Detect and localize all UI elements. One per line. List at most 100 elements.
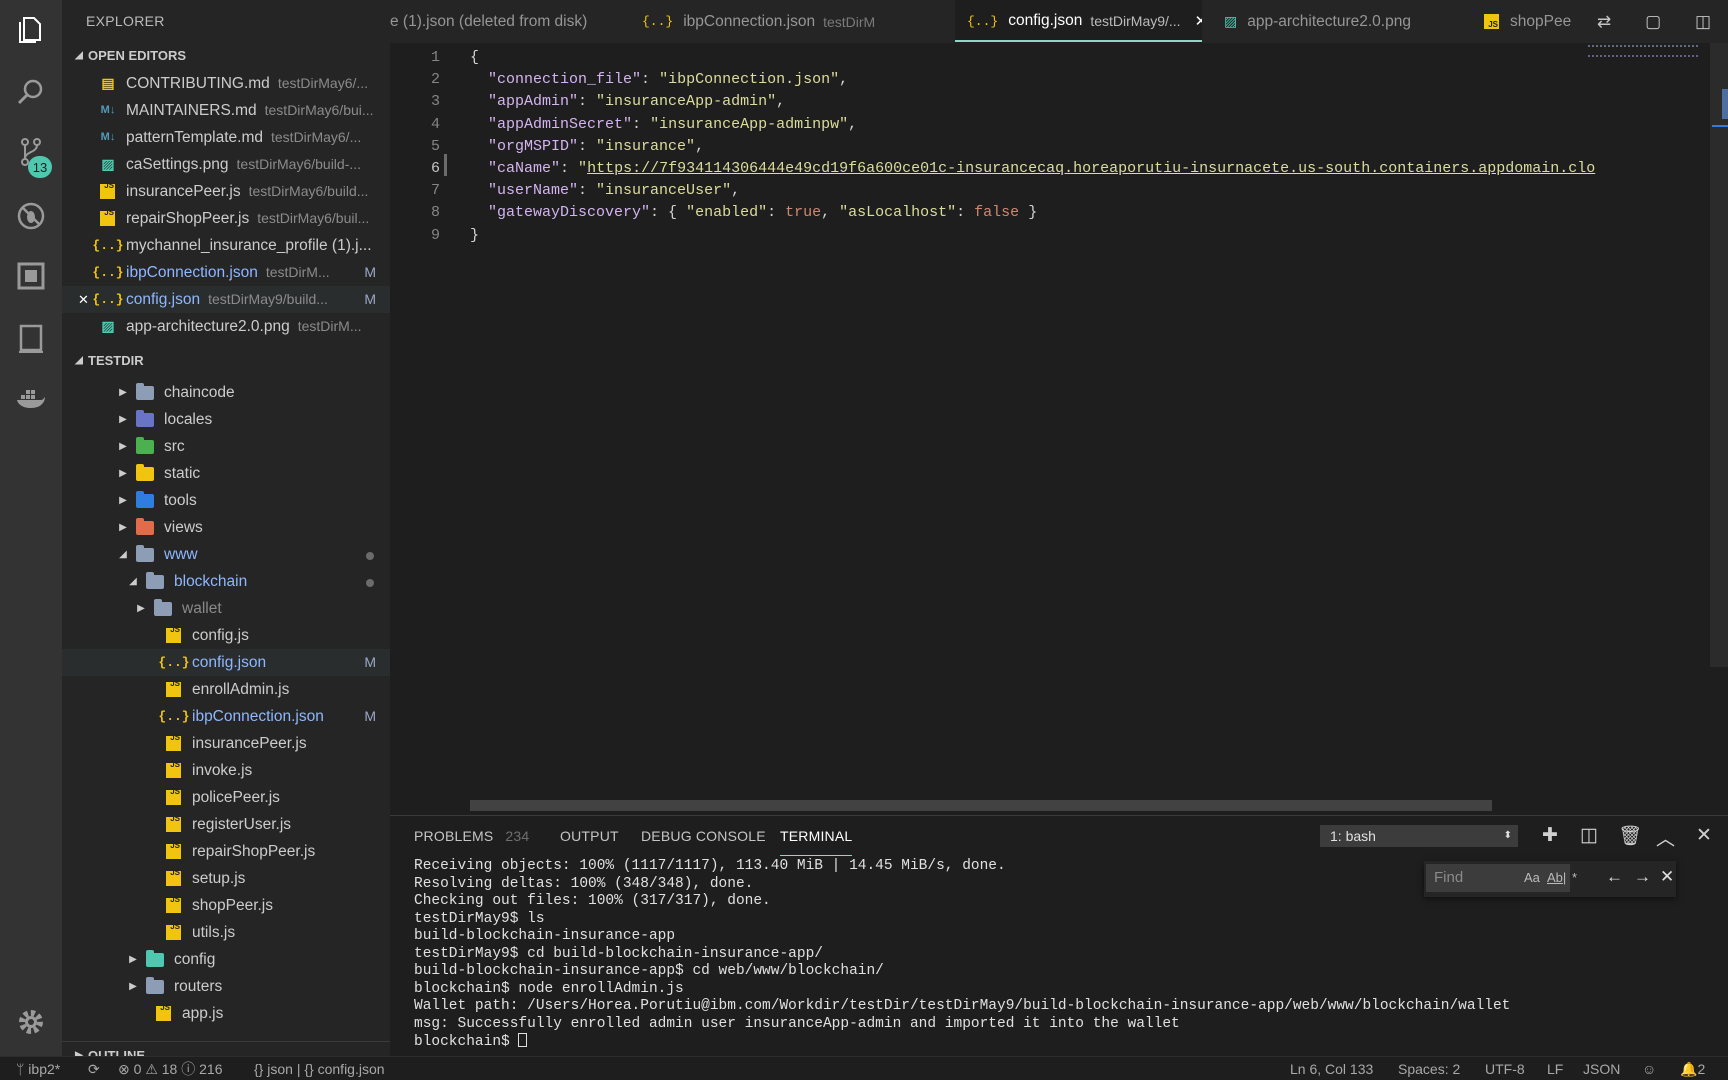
- match-case-toggle[interactable]: Aa: [1524, 870, 1540, 885]
- language-mode[interactable]: JSON: [1583, 1057, 1620, 1080]
- next-match-icon[interactable]: →: [1634, 867, 1651, 887]
- open-editor-item[interactable]: {..} ibpConnection.json testDirM... M: [62, 259, 390, 286]
- tab-output[interactable]: OUTPUT: [560, 816, 619, 856]
- tree-item-www[interactable]: ◢ www: [62, 541, 390, 568]
- tree-item-chaincode[interactable]: ▶ chaincode: [62, 379, 390, 406]
- tree-item-shoppeer-js[interactable]: JS shopPeer.js: [62, 892, 390, 919]
- feedback-icon[interactable]: ☺: [1642, 1057, 1656, 1080]
- tab-shoppeer[interactable]: JS shopPee: [1470, 0, 1580, 43]
- split-editor-icon[interactable]: ◫: [1695, 12, 1711, 32]
- file-name: registerUser.js: [192, 816, 292, 833]
- close-icon[interactable]: ✕: [78, 286, 89, 313]
- tree-item-src[interactable]: ▶ src: [62, 433, 390, 460]
- code-editor[interactable]: 1{2 "connection_file": "ibpConnection.js…: [390, 43, 1728, 815]
- js-file-icon: JS: [166, 814, 181, 832]
- modified-dot: [366, 552, 374, 560]
- workspace-header[interactable]: ◢ TESTDIR: [62, 347, 390, 375]
- files-icon[interactable]: [0, 4, 62, 56]
- open-editor-item[interactable]: ▤ CONTRIBUTING.md testDirMay6/...: [62, 70, 390, 97]
- horizontal-scrollbar[interactable]: [470, 800, 1492, 811]
- notifications[interactable]: 🔔2: [1680, 1057, 1705, 1080]
- breadcrumb[interactable]: {} json | {} config.json: [254, 1057, 385, 1080]
- tree-item-ibpconnection-json[interactable]: {..} ibpConnection.json M: [62, 703, 390, 730]
- code-token: ,: [839, 71, 849, 89]
- terminal-line: msg: Successfully enrolled admin user in…: [414, 1015, 1180, 1032]
- tree-item-enrolladmin-js[interactable]: JS enrollAdmin.js: [62, 676, 390, 703]
- encoding[interactable]: UTF-8: [1485, 1057, 1525, 1080]
- open-editor-item[interactable]: {..} mychannel_insurance_profile (1).j...: [62, 232, 390, 259]
- open-editor-item[interactable]: M↓ MAINTAINERS.md testDirMay6/bui...: [62, 97, 390, 124]
- code-token: "asLocalhost": [839, 204, 957, 222]
- tree-item-locales[interactable]: ▶ locales: [62, 406, 390, 433]
- file-name: app-architecture2.0.png: [126, 318, 290, 335]
- cursor-position[interactable]: Ln 6, Col 133: [1290, 1057, 1373, 1080]
- chevron-right-icon: ▶: [119, 387, 127, 398]
- tab-terminal[interactable]: TERMINAL: [780, 816, 853, 856]
- tree-item-views[interactable]: ▶ views: [62, 514, 390, 541]
- open-editor-item[interactable]: ▨ app-architecture2.0.png testDirM...: [62, 313, 390, 340]
- open-editor-item[interactable]: ✕ {..} config.json testDirMay9/build... M: [62, 286, 390, 313]
- tree-item-config[interactable]: ▶ config: [62, 946, 390, 973]
- tree-item-blockchain[interactable]: ◢ blockchain: [62, 568, 390, 595]
- source-control-icon[interactable]: 13: [0, 126, 62, 178]
- tree-item-routers[interactable]: ▶ routers: [62, 973, 390, 1000]
- settings-gear-icon[interactable]: [0, 996, 62, 1048]
- split-terminal-icon[interactable]: ◫: [1580, 824, 1598, 847]
- remote-explorer-icon[interactable]: [0, 312, 62, 364]
- tree-item-config-js[interactable]: JS config.js: [62, 622, 390, 649]
- maximize-icon[interactable]: ▢: [1645, 12, 1661, 32]
- vertical-scrollbar[interactable]: [1710, 43, 1728, 667]
- tab-ibpconnection[interactable]: {..} ibpConnection.json testDirMay9/...: [630, 0, 875, 43]
- open-editor-item[interactable]: JS repairShopPeer.js testDirMay6/buil...: [62, 205, 390, 232]
- tree-item-app-js[interactable]: JS app.js: [62, 1000, 390, 1027]
- end-of-line[interactable]: LF: [1547, 1057, 1563, 1080]
- file-name: chaincode: [164, 384, 235, 401]
- indentation[interactable]: Spaces: 2: [1398, 1057, 1460, 1080]
- js-file-icon: JS: [100, 208, 115, 226]
- open-editor-item[interactable]: ▨ caSettings.png testDirMay6/build-...: [62, 151, 390, 178]
- maximize-panel-icon[interactable]: ︿: [1656, 824, 1675, 851]
- tree-item-insurancepeer-js[interactable]: JS insurancePeer.js: [62, 730, 390, 757]
- open-editor-item[interactable]: M↓ patternTemplate.md testDirMay6/...: [62, 124, 390, 151]
- tree-item-config-json[interactable]: {..} config.json M: [62, 649, 390, 676]
- tree-item-wallet[interactable]: ▶ wallet: [62, 595, 390, 622]
- folder-icon: [136, 409, 154, 427]
- tree-item-policepeer-js[interactable]: JS policePeer.js: [62, 784, 390, 811]
- debug-icon[interactable]: [0, 190, 62, 242]
- search-icon[interactable]: [0, 66, 62, 118]
- tab-app-architecture[interactable]: ▨ app-architecture2.0.png: [1212, 0, 1452, 43]
- tree-item-registeruser-js[interactable]: JS registerUser.js: [62, 811, 390, 838]
- git-status-badge: M: [364, 708, 376, 724]
- extensions-icon[interactable]: [0, 250, 62, 302]
- tab-config-json[interactable]: {..} config.json testDirMay9/... ✕: [955, 0, 1202, 43]
- code-text: "gatewayDiscovery": { "enabled": true, "…: [470, 202, 1037, 224]
- tab-problems[interactable]: PROBLEMS 234: [414, 816, 529, 856]
- open-editor-item[interactable]: JS insurancePeer.js testDirMay6/build...: [62, 178, 390, 205]
- tree-item-static[interactable]: ▶ static: [62, 460, 390, 487]
- kill-terminal-icon[interactable]: 🗑: [1618, 824, 1642, 848]
- previous-match-icon[interactable]: ←: [1606, 867, 1623, 887]
- problems-indicator[interactable]: ⊗ 0 ⚠ 18 ⓘ 216: [118, 1057, 222, 1080]
- sync-icon[interactable]: ⟳: [88, 1057, 100, 1080]
- new-terminal-icon[interactable]: ✚: [1542, 824, 1558, 847]
- tree-item-invoke-js[interactable]: JS invoke.js: [62, 757, 390, 784]
- regex-toggle[interactable]: *: [1572, 870, 1577, 885]
- minimap[interactable]: [1588, 45, 1698, 57]
- tree-item-utils-js[interactable]: JS utils.js: [62, 919, 390, 946]
- tree-item-setup-js[interactable]: JS setup.js: [62, 865, 390, 892]
- file-name: MAINTAINERS.md: [126, 102, 257, 119]
- close-icon[interactable]: ✕: [1195, 12, 1202, 30]
- tab-deleted-json[interactable]: e (1).json (deleted from disk): [390, 0, 630, 43]
- tree-item-tools[interactable]: ▶ tools: [62, 487, 390, 514]
- outline-header[interactable]: ▶ OUTLINE: [62, 1041, 390, 1056]
- folder-icon: [136, 436, 154, 454]
- terminal-shell-select[interactable]: 1: bash ⬍: [1320, 825, 1518, 847]
- tab-debug-console[interactable]: DEBUG CONSOLE: [641, 816, 766, 856]
- tree-item-repairshoppeer-js[interactable]: JS repairShopPeer.js: [62, 838, 390, 865]
- match-whole-word-toggle[interactable]: Ab|: [1547, 870, 1566, 885]
- close-panel-icon[interactable]: ✕: [1696, 824, 1712, 847]
- compare-changes-icon[interactable]: ⇄: [1597, 12, 1611, 32]
- branch-indicator[interactable]: ᛘ ibp2*: [16, 1057, 60, 1080]
- close-find-icon[interactable]: ✕: [1660, 867, 1674, 887]
- docker-icon[interactable]: [0, 374, 62, 426]
